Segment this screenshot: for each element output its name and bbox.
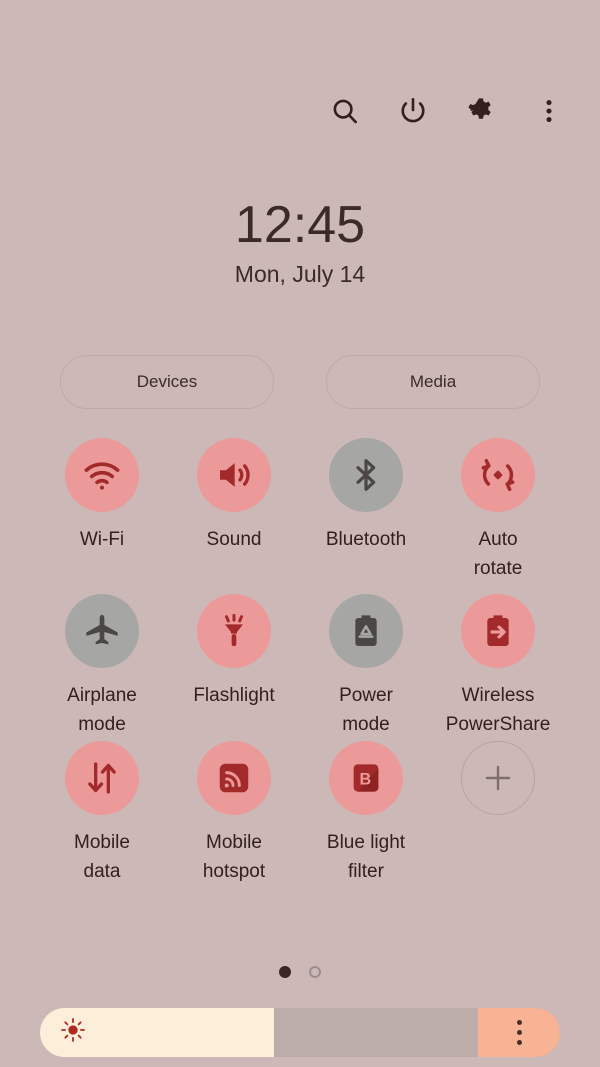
tile-label: Auto rotate xyxy=(473,529,523,579)
brightness-slider-fill[interactable] xyxy=(40,1008,274,1057)
tile-mobile-hotspot[interactable]: Mobile hotspot xyxy=(168,741,300,891)
mobile-data-icon xyxy=(65,741,139,815)
tile-bluetooth[interactable]: Bluetooth xyxy=(300,438,432,594)
tile-label: Mobile hotspot xyxy=(202,832,266,882)
gear-icon[interactable] xyxy=(460,90,502,132)
page-dot-2[interactable] xyxy=(309,966,321,978)
search-icon[interactable] xyxy=(324,90,366,132)
tile-wireless-powershare[interactable]: Wireless PowerShare xyxy=(432,594,564,741)
tile-power-mode[interactable]: Power mode xyxy=(300,594,432,741)
brightness-slider-track[interactable] xyxy=(274,1008,478,1057)
battery-share-icon xyxy=(461,594,535,668)
clock-widget[interactable]: 12:45 Mon, July 14 xyxy=(0,196,600,288)
wifi-icon xyxy=(65,438,139,512)
auto-rotate-icon xyxy=(461,438,535,512)
tile-label: Airplane mode xyxy=(67,685,137,735)
quick-settings-topbar xyxy=(324,90,570,132)
flashlight-icon xyxy=(197,594,271,668)
svg-text:B: B xyxy=(360,771,372,789)
tile-flashlight[interactable]: Flashlight xyxy=(168,594,300,741)
tile-add-button[interactable] xyxy=(432,741,564,891)
tile-label: Blue light filter xyxy=(326,832,406,882)
tile-label: Wireless PowerShare xyxy=(445,685,551,735)
devices-media-row: Devices Media xyxy=(0,355,600,409)
airplane-icon xyxy=(65,594,139,668)
blue-light-filter-icon: B xyxy=(329,741,403,815)
overflow-menu-icon xyxy=(516,1020,522,1045)
media-button[interactable]: Media xyxy=(326,355,540,409)
battery-recycle-icon xyxy=(329,594,403,668)
brightness-slider[interactable] xyxy=(40,1008,560,1057)
tile-label: Flashlight xyxy=(193,685,275,706)
tile-airplane-mode[interactable]: Airplane mode xyxy=(36,594,168,741)
tile-label: Wi-Fi xyxy=(79,529,125,550)
brightness-sun-icon xyxy=(59,1016,87,1049)
brightness-options-button[interactable] xyxy=(478,1008,560,1057)
clock-date: Mon, July 14 xyxy=(234,261,366,287)
tile-sound[interactable]: Sound xyxy=(168,438,300,594)
page-dot-1[interactable] xyxy=(279,966,291,978)
bluetooth-icon xyxy=(329,438,403,512)
plus-icon xyxy=(461,741,535,815)
tile-label: Mobile data xyxy=(74,832,130,882)
overflow-menu-icon[interactable] xyxy=(528,90,570,132)
hotspot-icon xyxy=(197,741,271,815)
tile-auto-rotate[interactable]: Auto rotate xyxy=(432,438,564,594)
clock-time: 12:45 xyxy=(234,196,366,254)
power-icon[interactable] xyxy=(392,90,434,132)
devices-button[interactable]: Devices xyxy=(60,355,274,409)
tile-wifi[interactable]: Wi-Fi xyxy=(36,438,168,594)
sound-icon xyxy=(197,438,271,512)
page-indicator xyxy=(0,966,600,978)
tile-mobile-data[interactable]: Mobile data xyxy=(36,741,168,891)
tile-label: Bluetooth xyxy=(325,529,407,550)
tile-blue-light-filter[interactable]: B Blue light filter xyxy=(300,741,432,891)
tile-label: Power mode xyxy=(339,685,393,735)
tile-label: Sound xyxy=(206,529,262,550)
quick-settings-grid: Wi-Fi Sound Bluetooth Auto rotate Airpla… xyxy=(36,438,564,891)
